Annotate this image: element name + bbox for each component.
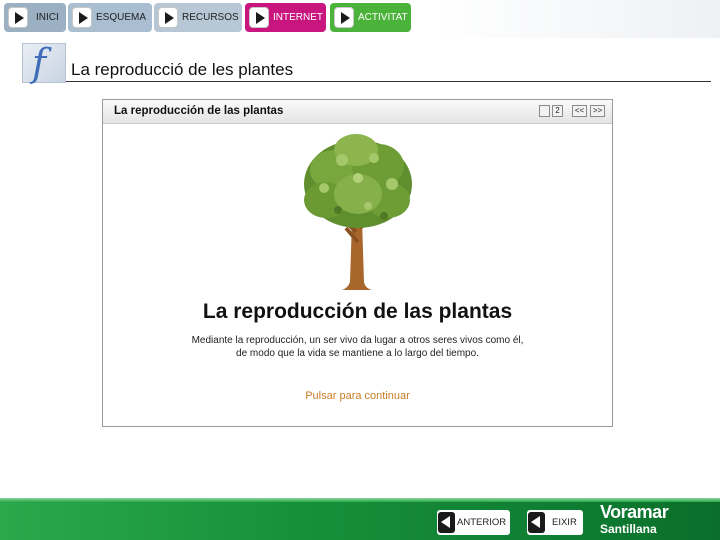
flash-icon: f (22, 41, 66, 85)
brand-logo-subtitle: Santillana (600, 522, 657, 536)
slide-text-line-1: Mediante la reproducción, un ser vivo da… (191, 335, 524, 346)
info-button[interactable] (539, 105, 550, 117)
content-window: La reproducción de las plantas 2 << >> L… (102, 99, 613, 427)
play-icon (72, 7, 92, 28)
play-icon (158, 7, 178, 28)
previous-slide-button[interactable]: << (572, 105, 587, 117)
previous-button[interactable]: ANTERIOR (437, 510, 510, 535)
play-icon (249, 7, 269, 28)
nav-label: ESQUEMA (96, 12, 147, 23)
content-window-title: La reproducción de las plantas (114, 105, 284, 117)
exit-button-label: EIXIR (552, 517, 577, 528)
slide-text-line-2: de modo que la vida se mantiene a lo lar… (236, 348, 479, 359)
nav-button-recursos[interactable]: RECURSOS (154, 3, 242, 32)
content-window-header: La reproducción de las plantas 2 << >> (103, 100, 612, 124)
play-icon (334, 7, 354, 28)
tree-illustration (304, 134, 412, 290)
nav-button-inici[interactable]: INICI (4, 3, 66, 32)
help-button[interactable]: 2 (552, 105, 563, 117)
brand-logo: Voramar (600, 502, 669, 522)
nav-label: INTERNET (273, 12, 323, 23)
top-nav: INICI ESQUEMA RECURSOS INTERNET ACTIVITA… (0, 0, 720, 38)
page: INICI ESQUEMA RECURSOS INTERNET ACTIVITA… (0, 0, 720, 540)
play-icon (8, 7, 28, 28)
next-slide-button[interactable]: >> (590, 105, 605, 117)
nav-button-esquema[interactable]: ESQUEMA (68, 3, 152, 32)
previous-button-label: ANTERIOR (457, 517, 507, 528)
page-title: La reproducció de les plantes (71, 60, 294, 79)
continue-link[interactable]: Pulsar para continuar (103, 390, 612, 402)
arrow-left-icon (528, 512, 545, 533)
arrow-left-icon (438, 512, 455, 533)
slide-heading: La reproducción de las plantas (202, 300, 513, 323)
nav-label: INICI (36, 12, 59, 23)
exit-button[interactable]: EIXIR (527, 510, 583, 535)
nav-button-activitat[interactable]: ACTIVITAT (330, 3, 411, 32)
nav-label: RECURSOS (182, 12, 239, 23)
nav-label: ACTIVITAT (358, 12, 408, 23)
nav-button-internet[interactable]: INTERNET (245, 3, 326, 32)
title-divider (66, 81, 711, 82)
